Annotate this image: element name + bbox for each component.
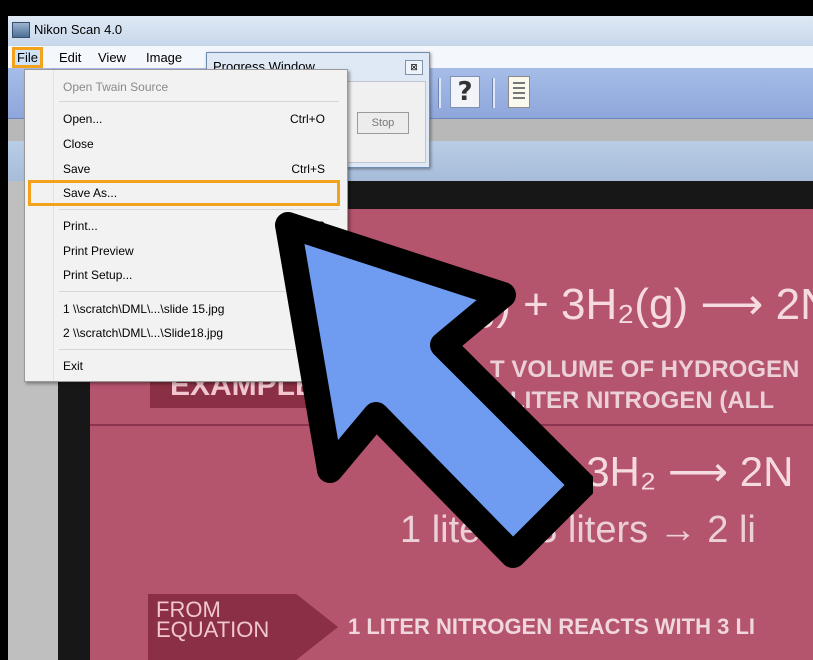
pointer-arrow-icon [275,212,593,568]
menu-item-open[interactable]: Open... [63,112,102,126]
menu-item-open-twain-source[interactable]: Open Twain Source [63,80,168,94]
help-icon[interactable]: ? [450,76,480,108]
window-title: Nikon Scan 4.0 [34,22,123,37]
menu-shortcut-save: Ctrl+S [291,162,325,176]
menu-item-recent-2[interactable]: 2 \\scratch\DML\...\Slide18.jpg [63,326,223,340]
app-icon [12,22,30,38]
menu-item-close[interactable]: Close [63,137,94,151]
close-icon[interactable]: ⊠ [405,60,423,75]
menu-image[interactable]: Image [141,49,187,66]
toolbar-separator [492,78,495,108]
menu-item-save-as[interactable]: Save As... [63,186,117,200]
menu-item-print-preview[interactable]: Print Preview [63,244,134,258]
menu-item-recent-1[interactable]: 1 \\scratch\DML\...\slide 15.jpg [63,302,224,316]
menu-item-print[interactable]: Print... [63,219,98,233]
stop-button[interactable]: Stop [357,112,409,134]
menu-edit[interactable]: Edit [54,49,86,66]
slide-from-equation-arrow: FROM EQUATION [148,594,338,660]
pointer-arrow-shape [275,212,593,568]
menu-item-print-setup[interactable]: Print Setup... [63,268,132,282]
title-bar: Nikon Scan 4.0 [8,16,813,46]
menu-item-save[interactable]: Save [63,162,90,176]
document-icon[interactable] [508,76,530,108]
menu-shortcut-open: Ctrl+O [289,112,325,126]
menu-file[interactable]: File [12,47,43,68]
menu-view[interactable]: View [93,49,131,66]
menu-separator [59,101,339,102]
slide-from-line-2: EQUATION [156,617,270,642]
slide-from-equation-label: FROM EQUATION [156,599,270,642]
slide-bottom-text: 1 LITER NITROGEN REACTS WITH 3 LI [348,614,756,639]
menu-gutter [25,70,54,381]
menu-item-exit[interactable]: Exit [63,359,83,373]
toolbar-separator [438,78,441,108]
